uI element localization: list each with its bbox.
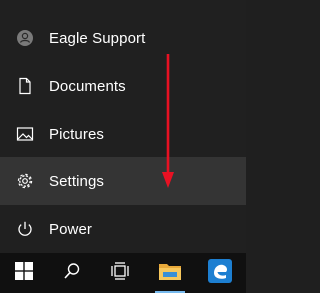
windows-logo-icon [15, 261, 33, 285]
pictures-label: Pictures [49, 125, 104, 143]
documents-button[interactable]: Documents [0, 62, 246, 110]
edge-icon [208, 258, 232, 288]
start-button[interactable] [0, 253, 48, 293]
edge-button[interactable] [196, 253, 244, 293]
search-icon [63, 262, 81, 285]
taskbar [0, 253, 246, 293]
documents-label: Documents [49, 77, 126, 95]
power-icon [15, 219, 35, 239]
pictures-icon [15, 124, 35, 144]
file-explorer-button[interactable] [146, 253, 194, 293]
settings-label: Settings [49, 172, 104, 190]
document-icon [15, 76, 35, 96]
gear-icon [15, 171, 35, 191]
red-down-arrow-annotation [162, 54, 174, 188]
user-name-label: Eagle Support [49, 29, 146, 47]
power-label: Power [49, 220, 93, 238]
power-button[interactable]: Power [0, 205, 246, 253]
user-avatar-icon [15, 28, 35, 48]
folder-icon [158, 260, 182, 287]
search-button[interactable] [48, 253, 96, 293]
settings-button[interactable]: Settings [0, 157, 246, 205]
user-account-button[interactable]: Eagle Support [0, 14, 246, 62]
task-view-icon [111, 261, 129, 285]
task-view-button[interactable] [96, 253, 144, 293]
start-menu: Eagle Support Documents Pictures Setting… [0, 0, 246, 253]
pictures-button[interactable]: Pictures [0, 110, 246, 158]
